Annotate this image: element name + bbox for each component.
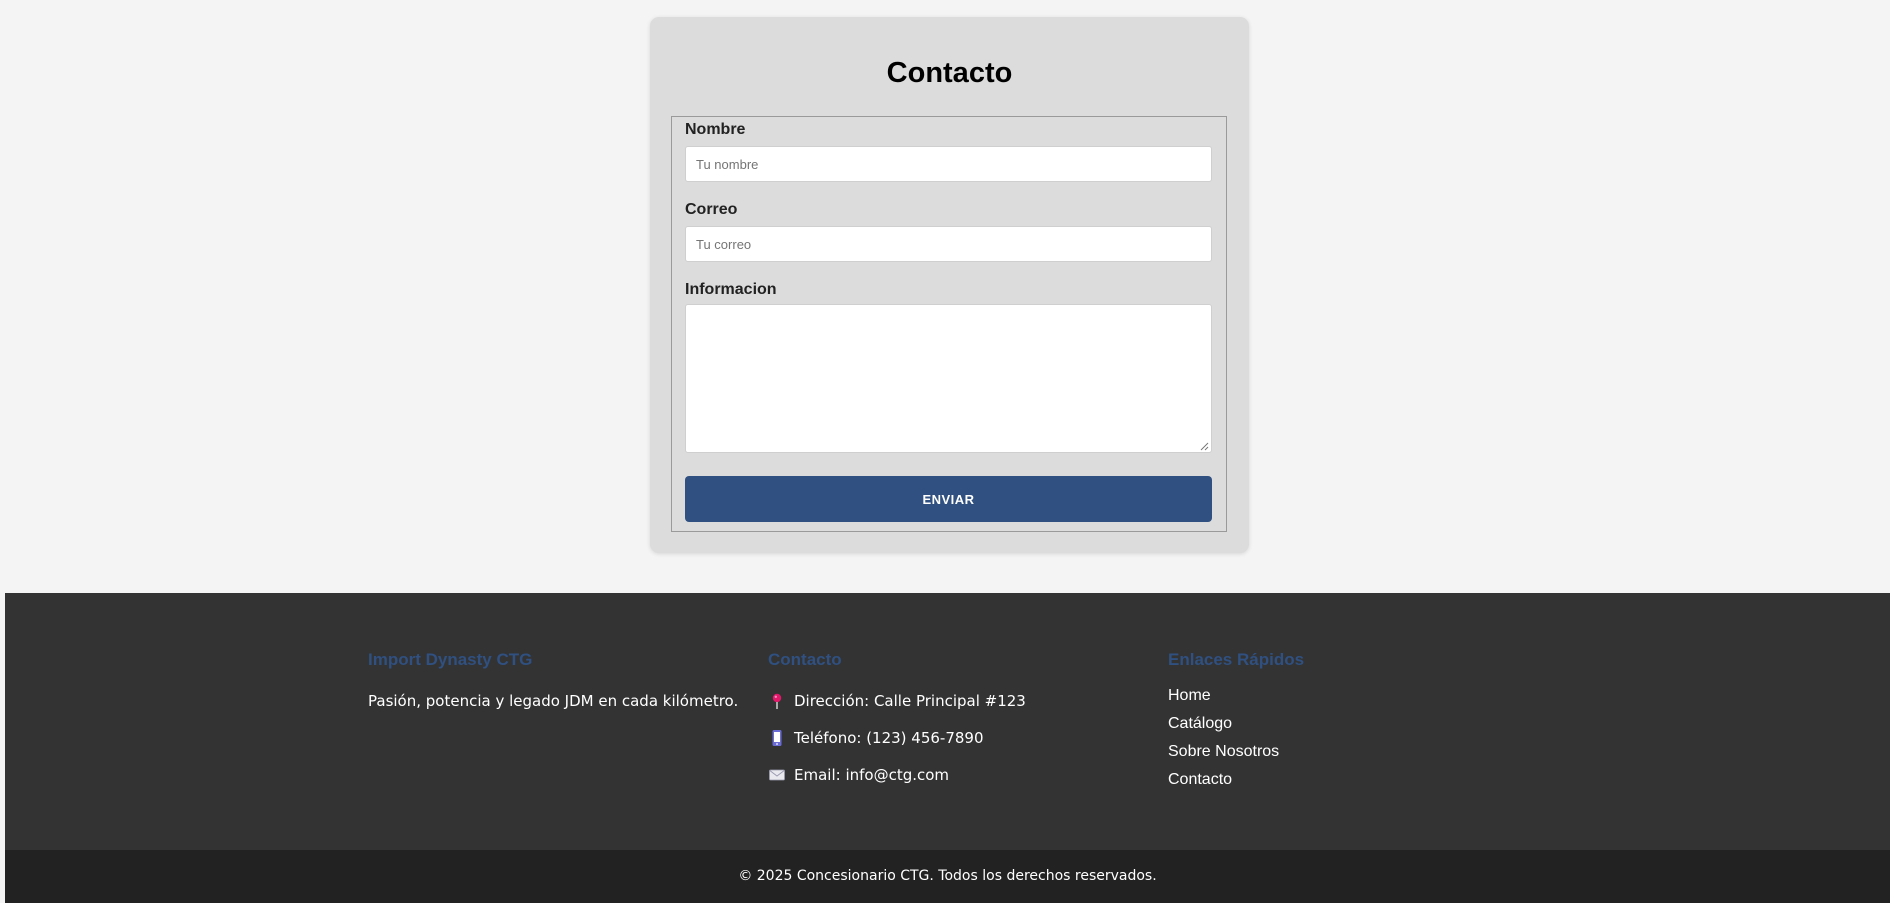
footer-link-home[interactable]: Home [1168,687,1211,704]
name-label: Nombre [685,121,746,138]
submit-button[interactable]: ENVIAR [685,476,1212,522]
footer-address-text: Dirección: Calle Principal #123 [794,692,1026,710]
footer-bottom-bar: © 2025 Concesionario CTG. Todos los dere… [5,850,1890,903]
footer-link-contacto[interactable]: Contacto [1168,771,1232,788]
phone-icon [772,730,782,746]
footer-link-item: Sobre Nosotros [1168,743,1279,771]
name-input[interactable] [685,146,1212,182]
resize-handle-icon[interactable] [1200,442,1209,451]
footer-link-item: Home [1168,687,1279,715]
contact-title: Contacto [886,57,1013,89]
email-label: Correo [685,201,738,218]
envelope-icon [769,769,785,781]
info-label: Informacion [685,281,777,298]
footer-contact-column: Contacto Dirección: Calle Principal #123… [768,650,1026,784]
footer-links-title: Enlaces Rápidos [1168,650,1305,669]
page: Contacto Nombre Correo Informacion ENVIA… [0,0,1890,903]
footer: Import Dynasty CTG Pasión, potencia y le… [5,593,1890,850]
copyright-text: © 2025 Concesionario CTG. Todos los dere… [738,867,1157,884]
footer-email: Email: info@ctg.com [768,766,949,784]
footer-brand-column: Import Dynasty CTG Pasión, potencia y le… [368,650,738,710]
footer-phone-text: Teléfono: (123) 456-7890 [794,729,984,747]
footer-links-list: Home Catálogo Sobre Nosotros Contacto [1168,687,1279,799]
info-textarea[interactable] [685,304,1212,453]
footer-link-sobre-nosotros[interactable]: Sobre Nosotros [1168,743,1279,760]
contact-card: Contacto Nombre Correo Informacion ENVIA… [650,17,1249,553]
email-input[interactable] [685,226,1212,262]
footer-tagline: Pasión, potencia y legado JDM en cada ki… [368,692,739,710]
contact-form: Nombre Correo Informacion ENVIAR [671,116,1227,532]
footer-link-catalogo[interactable]: Catálogo [1168,715,1232,732]
footer-contact-title: Contacto [768,650,842,669]
footer-phone: Teléfono: (123) 456-7890 [768,729,984,747]
footer-address: Dirección: Calle Principal #123 [768,692,1026,710]
footer-link-item: Catálogo [1168,715,1279,743]
footer-brand-title: Import Dynasty CTG [368,650,533,669]
footer-links-column: Enlaces Rápidos Home Catálogo Sobre Noso… [1168,650,1305,788]
footer-link-item: Contacto [1168,771,1279,799]
pin-icon [772,693,782,709]
footer-email-text: Email: info@ctg.com [794,766,950,784]
